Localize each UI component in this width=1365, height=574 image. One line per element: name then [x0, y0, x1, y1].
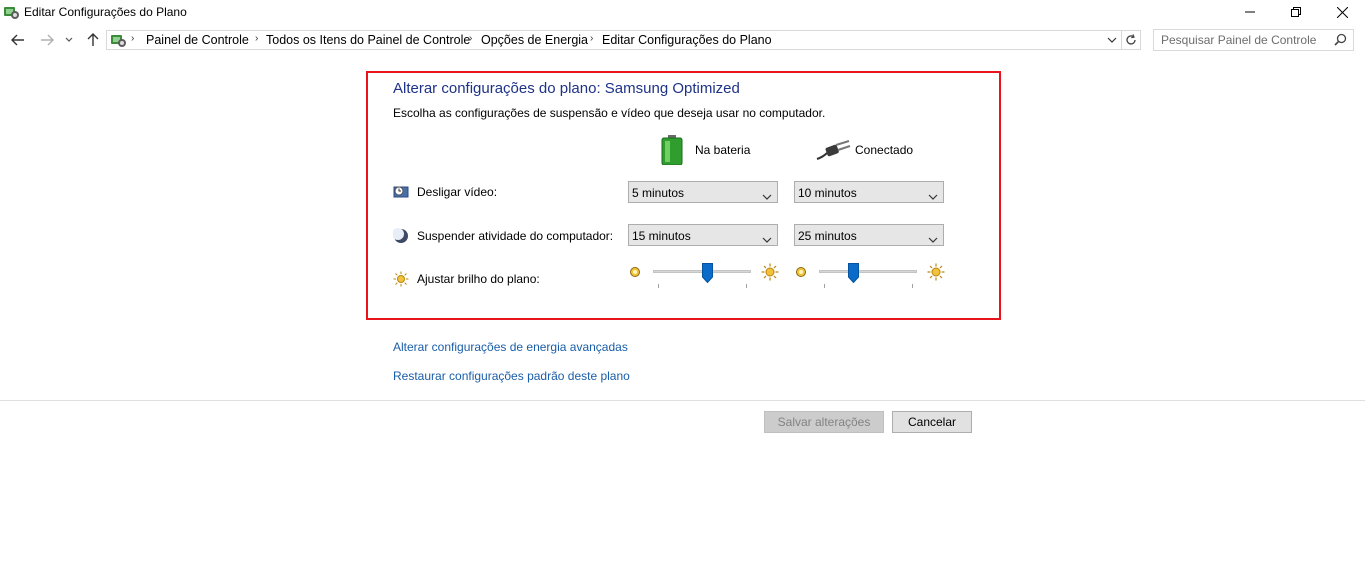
slider-tick — [658, 284, 659, 288]
breadcrumb-edit-plan[interactable]: Editar Configurações do Plano — [602, 33, 772, 47]
page-description: Escolha as configurações de suspensão e … — [393, 106, 826, 120]
slider-thumb[interactable] — [701, 263, 713, 284]
sleep-label: Suspender atividade do computador: — [417, 229, 614, 243]
slider-thumb[interactable] — [847, 263, 859, 284]
battery-icon — [661, 135, 683, 168]
divider — [0, 400, 1365, 401]
window-title: Editar Configurações do Plano — [24, 5, 187, 19]
brightness-label: Ajustar brilho do plano: — [417, 272, 540, 286]
back-button[interactable] — [9, 31, 27, 49]
refresh-icon[interactable] — [1121, 31, 1140, 49]
breadcrumb-control-panel[interactable]: Painel de Controle — [146, 33, 249, 47]
display-off-plugged-select[interactable]: 10 minutos — [794, 181, 944, 203]
slider-track — [819, 270, 917, 273]
advanced-settings-link[interactable]: Alterar configurações de energia avançad… — [393, 340, 628, 354]
brightness-plugged-slider[interactable] — [795, 262, 945, 288]
breadcrumb-all-items[interactable]: Todos os Itens do Painel de Controle — [266, 33, 470, 47]
title-bar: Editar Configurações do Plano — [0, 0, 1365, 24]
chevron-down-icon — [762, 232, 772, 246]
sleep-plugged-select[interactable]: 25 minutos — [794, 224, 944, 246]
column-battery-label: Na bateria — [695, 143, 751, 157]
slider-tick — [824, 284, 825, 288]
search-input[interactable]: Pesquisar Painel de Controle — [1153, 29, 1354, 51]
sleep-plugged-value: 25 minutos — [798, 229, 857, 243]
page-title: Alterar configurações do plano: Samsung … — [393, 80, 740, 97]
chevron-down-icon — [762, 189, 772, 203]
address-history-chevron-down-icon[interactable] — [1103, 31, 1120, 49]
close-button[interactable] — [1319, 0, 1365, 24]
display-clock-icon — [393, 184, 409, 200]
breadcrumb-separator-icon: › — [469, 33, 473, 44]
brightness-low-icon — [629, 266, 641, 281]
breadcrumb-power-options[interactable]: Opções de Energia — [481, 33, 588, 47]
control-panel-icon — [110, 32, 126, 48]
save-button[interactable]: Salvar alterações — [764, 411, 884, 433]
brightness-low-icon — [795, 266, 807, 281]
chevron-down-icon — [928, 232, 938, 246]
breadcrumb-separator-icon: › — [131, 33, 135, 44]
display-off-battery-value: 5 minutos — [632, 186, 685, 200]
minimize-button[interactable] — [1227, 0, 1273, 24]
display-off-plugged-value: 10 minutos — [798, 186, 857, 200]
chevron-down-icon — [928, 189, 938, 203]
search-placeholder: Pesquisar Painel de Controle — [1161, 33, 1317, 47]
breadcrumb-separator-icon: › — [590, 33, 594, 44]
slider-tick — [912, 284, 913, 288]
restore-button[interactable] — [1273, 0, 1319, 24]
up-button[interactable] — [84, 31, 102, 49]
forward-button[interactable] — [38, 31, 56, 49]
power-options-icon — [3, 4, 19, 20]
search-icon[interactable] — [1334, 33, 1347, 49]
sleep-moon-icon — [392, 228, 409, 244]
display-off-label: Desligar vídeo: — [417, 185, 498, 199]
restore-defaults-link[interactable]: Restaurar configurações padrão deste pla… — [393, 369, 630, 383]
power-plug-icon — [815, 139, 851, 164]
recent-locations-chevron-down-icon[interactable] — [63, 31, 75, 49]
sleep-battery-value: 15 minutos — [632, 229, 691, 243]
cancel-button[interactable]: Cancelar — [892, 411, 972, 433]
brightness-sun-icon — [393, 271, 409, 287]
display-off-battery-select[interactable]: 5 minutos — [628, 181, 778, 203]
brightness-battery-slider[interactable] — [629, 262, 779, 288]
slider-tick — [746, 284, 747, 288]
address-bar[interactable]: › Painel de Controle › Todos os Itens do… — [106, 30, 1141, 50]
brightness-high-icon — [927, 263, 945, 284]
brightness-high-icon — [761, 263, 779, 284]
column-plugged-label: Conectado — [855, 143, 914, 157]
sleep-battery-select[interactable]: 15 minutos — [628, 224, 778, 246]
breadcrumb-separator-icon: › — [255, 33, 259, 44]
